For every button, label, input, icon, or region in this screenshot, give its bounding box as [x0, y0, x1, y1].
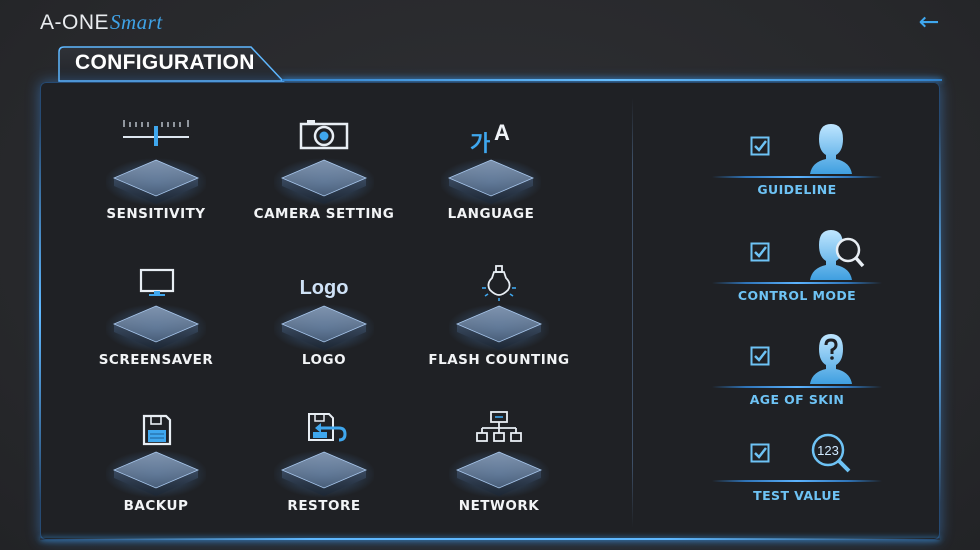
svg-text:가: 가 — [470, 132, 490, 157]
svg-text:Logo: Logo — [300, 277, 349, 299]
tile-label: LOGO — [301, 352, 347, 368]
tile-label: RESTORE — [287, 498, 361, 514]
person-question-icon — [810, 334, 852, 384]
ruler-slider-icon — [123, 120, 189, 146]
option-label: TEST VALUE — [753, 488, 841, 503]
option-guideline: GUIDELINE — [712, 120, 882, 210]
svg-text:123: 123 — [817, 443, 839, 458]
tile-flash-counting[interactable]: FLASH COUNTING — [424, 264, 574, 384]
configuration-screen: A-ONE Smart ← CONFIGURATION SENSITIVITY … — [0, 0, 980, 550]
option-label: GUIDELINE — [757, 182, 837, 197]
tile-label: NETWORK — [458, 498, 540, 514]
age-of-skin-checkbox[interactable] — [750, 346, 770, 366]
tile-screensaver[interactable]: SCREENSAVER — [81, 264, 231, 384]
tile-backup[interactable]: BACKUP — [81, 410, 231, 530]
tile-label: LANGUAGE — [447, 206, 535, 222]
option-underline — [712, 176, 882, 178]
brand-logo: A-ONE Smart — [40, 10, 163, 35]
tile-logo[interactable]: Logo LOGO — [249, 264, 399, 384]
page-title: CONFIGURATION — [75, 51, 255, 74]
logo-text-icon: Logo — [300, 277, 349, 299]
person-silhouette-icon — [810, 124, 852, 174]
option-age-of-skin: AGE OF SKIN — [712, 330, 882, 420]
person-magnifier-icon — [810, 230, 865, 280]
tile-label: BACKUP — [123, 498, 189, 514]
option-underline — [712, 386, 882, 388]
option-underline — [712, 282, 882, 284]
brand-main: A-ONE — [40, 11, 110, 34]
page-title-tab: CONFIGURATION — [55, 46, 285, 82]
lightbulb-icon — [482, 265, 516, 301]
tile-language[interactable]: 가 A LANGUAGE — [416, 118, 566, 238]
brand-script: Smart — [110, 10, 163, 34]
camera-icon — [299, 120, 349, 150]
tile-label: SCREENSAVER — [98, 352, 214, 368]
option-test-value: 123 TEST VALUE — [712, 428, 882, 518]
guideline-checkbox[interactable] — [750, 136, 770, 156]
panel-divider — [632, 98, 633, 528]
option-underline — [712, 480, 882, 482]
option-label: AGE OF SKIN — [749, 392, 845, 407]
numbers-magnifier-icon: 123 — [811, 433, 851, 473]
language-icon: 가 A — [470, 120, 510, 157]
tile-camera-setting[interactable]: CAMERA SETTING — [249, 118, 399, 238]
test-value-checkbox[interactable] — [750, 443, 770, 463]
control-mode-checkbox[interactable] — [750, 242, 770, 262]
monitor-icon — [139, 268, 175, 296]
tile-sensitivity[interactable]: SENSITIVITY — [81, 118, 231, 238]
tile-label: CAMERA SETTING — [253, 206, 395, 222]
tile-network[interactable]: NETWORK — [424, 410, 574, 530]
network-tree-icon — [476, 411, 522, 442]
header-divider — [282, 79, 942, 81]
back-arrow-icon[interactable]: ← — [916, 9, 942, 35]
option-label: CONTROL MODE — [737, 288, 857, 303]
panel-bottom-glow — [40, 538, 940, 540]
floppy-disk-icon — [142, 414, 172, 446]
tile-label: SENSITIVITY — [106, 206, 206, 222]
restore-disk-icon — [308, 413, 347, 442]
tile-label: FLASH COUNTING — [428, 352, 570, 368]
option-control-mode: CONTROL MODE — [712, 226, 882, 316]
tile-restore[interactable]: RESTORE — [249, 410, 399, 530]
svg-text:A: A — [494, 120, 510, 145]
